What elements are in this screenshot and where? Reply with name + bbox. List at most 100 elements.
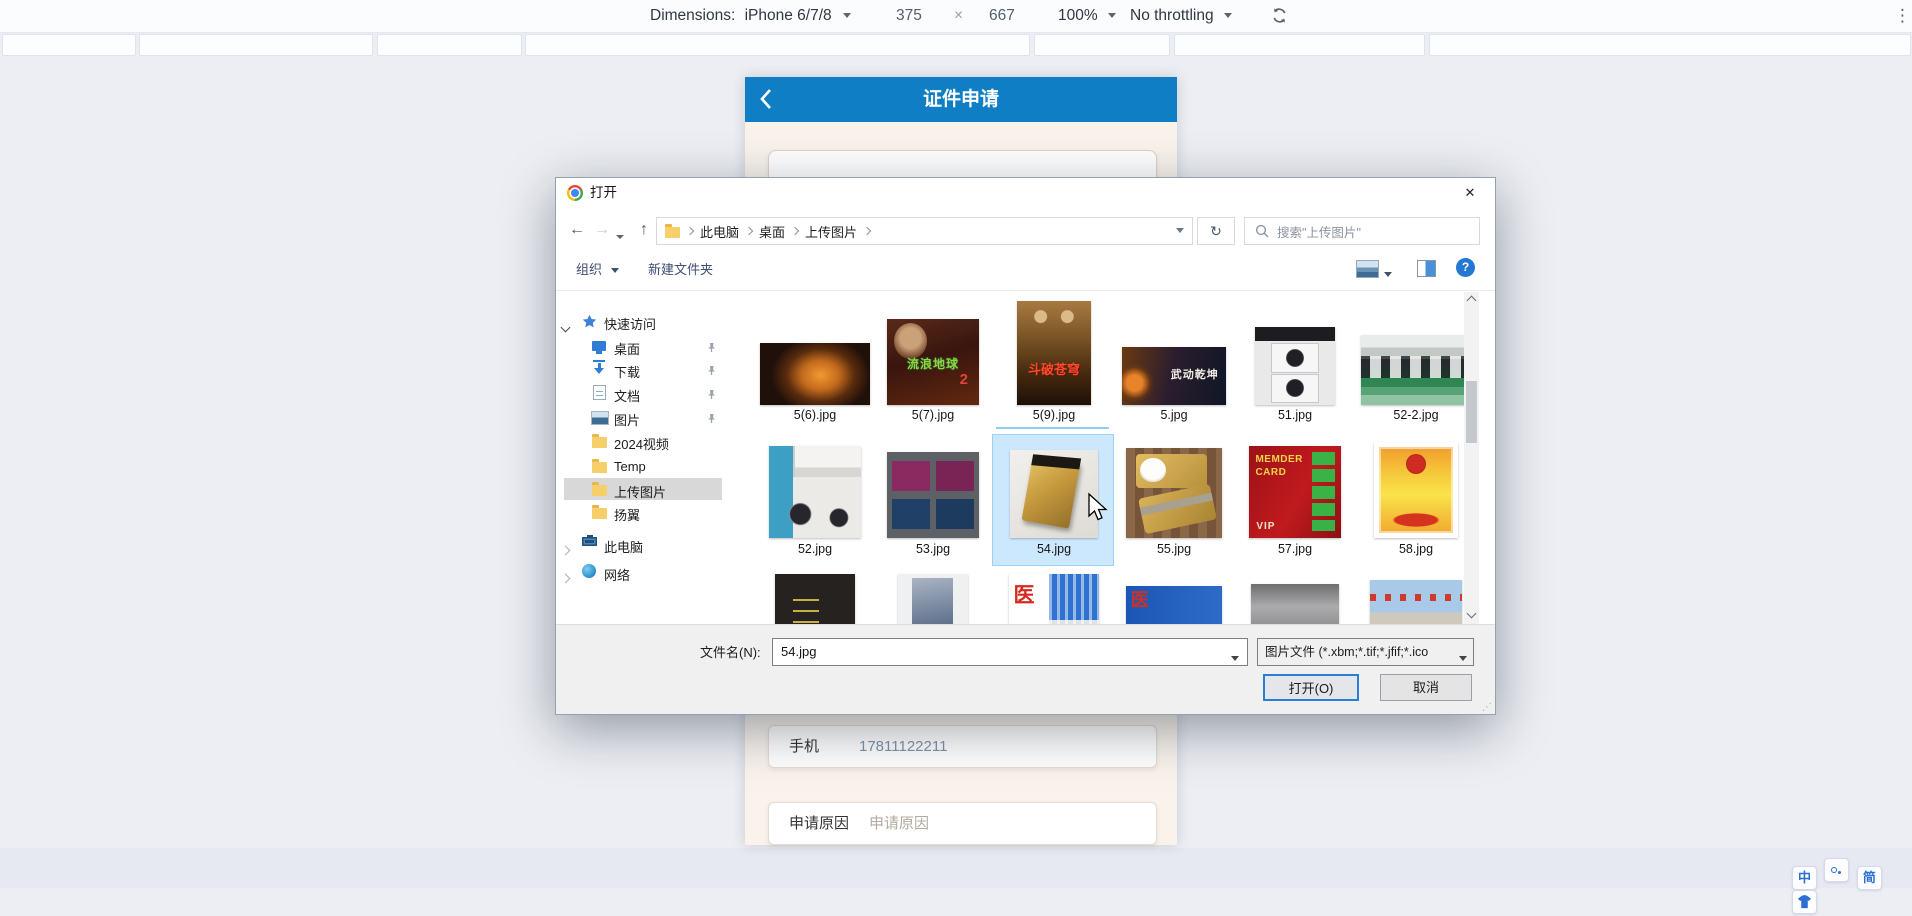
viewport-width-field[interactable]: 375 bbox=[896, 0, 922, 32]
help-icon[interactable]: ? bbox=[1456, 258, 1475, 277]
sidebar-item-documents[interactable]: 文档 bbox=[556, 383, 752, 405]
file-item-partial[interactable]: 医 bbox=[1118, 586, 1230, 624]
thumb-art bbox=[1379, 447, 1453, 533]
ime-tools-icon[interactable] bbox=[1824, 858, 1850, 882]
file-label-selected[interactable]: 54.jpg bbox=[998, 542, 1110, 556]
organize-label: 组织 bbox=[576, 262, 603, 277]
nav-up-button[interactable]: ↑ bbox=[632, 214, 656, 246]
file-item-51-jpg[interactable] bbox=[1239, 298, 1351, 405]
ime-skin-icon[interactable] bbox=[1792, 890, 1817, 914]
file-label[interactable]: 51.jpg bbox=[1239, 408, 1351, 422]
toolbar-divider bbox=[556, 290, 1495, 291]
thumb-art bbox=[1255, 327, 1335, 405]
file-item-52-2-jpg[interactable] bbox=[1360, 298, 1464, 405]
thumb-art bbox=[769, 446, 861, 538]
sidebar-item-pictures[interactable]: 图片 bbox=[556, 407, 752, 429]
search-box[interactable]: 搜索"上传图片" bbox=[1244, 217, 1480, 245]
devtools-toolbar: Dimensions: iPhone 6/7/8 375 × 667 100% … bbox=[0, 0, 1912, 33]
expand-arrow-icon[interactable] bbox=[560, 318, 571, 336]
address-dropdown[interactable] bbox=[1176, 222, 1184, 240]
breadcrumb[interactable]: 此电脑 桌面 上传图片 bbox=[656, 217, 1193, 245]
file-item-5-6-jpg[interactable] bbox=[759, 298, 871, 405]
sidebar-item-quick-access[interactable]: 快速访问 bbox=[556, 311, 752, 333]
sidebar-item-upload-images[interactable]: 上传图片 bbox=[556, 479, 752, 501]
device-selector[interactable]: Dimensions: iPhone 6/7/8 bbox=[650, 0, 851, 32]
view-mode-dropdown[interactable] bbox=[1384, 266, 1392, 284]
file-item-52-jpg[interactable] bbox=[759, 440, 871, 538]
scrollbar-thumb[interactable] bbox=[1466, 381, 1477, 443]
phone-field[interactable]: 手机 17811122211 bbox=[768, 725, 1157, 768]
file-item-5-7-jpg[interactable]: 流浪地球 2 bbox=[877, 298, 989, 405]
open-button[interactable]: 打开(O) bbox=[1263, 674, 1359, 701]
close-icon[interactable]: ✕ bbox=[1457, 178, 1483, 208]
scrollbar[interactable] bbox=[1464, 292, 1479, 624]
ime-chinese-button[interactable]: 中 bbox=[1792, 866, 1817, 890]
file-item-5-jpg[interactable]: 武动乾坤 bbox=[1118, 298, 1230, 405]
scroll-down-icon[interactable] bbox=[1466, 608, 1477, 619]
thumb-art bbox=[1361, 335, 1464, 405]
breadcrumb-this-pc[interactable]: 此电脑 bbox=[700, 222, 739, 241]
file-label[interactable]: 52-2.jpg bbox=[1360, 408, 1464, 422]
thumb-text: 斗破苍穹 bbox=[1027, 362, 1080, 378]
file-label[interactable]: 52.jpg bbox=[759, 542, 871, 556]
filetype-value: 图片文件 (*.xbm;*.tif;*.jfif;*.ico bbox=[1265, 645, 1429, 659]
file-label[interactable]: 5.jpg bbox=[1118, 408, 1230, 422]
ime-simplified-button[interactable]: 简 bbox=[1856, 866, 1882, 890]
file-item-partial[interactable]: 医 bbox=[998, 574, 1110, 624]
nav-history-dropdown[interactable] bbox=[616, 228, 624, 246]
sidebar-item-yangyi[interactable]: 扬翼 bbox=[556, 502, 752, 524]
dialog-footer: 文件名(N): 54.jpg 图片文件 (*.xbm;*.tif;*.jfif;… bbox=[556, 624, 1495, 714]
file-label[interactable]: 5(9).jpg bbox=[998, 408, 1110, 422]
file-item-partial[interactable] bbox=[877, 574, 989, 624]
file-item-58-jpg[interactable] bbox=[1360, 440, 1464, 538]
back-button[interactable] bbox=[759, 88, 772, 115]
sidebar-item-desktop[interactable]: 桌面 bbox=[556, 336, 752, 358]
sidebar-item-downloads[interactable]: 下载 bbox=[556, 359, 752, 381]
kebab-menu-icon[interactable]: ⋮ bbox=[1894, 0, 1911, 32]
strip-segment bbox=[1034, 34, 1170, 56]
sidebar-item-2024-videos[interactable]: 2024视频 bbox=[556, 431, 752, 453]
breadcrumb-desktop[interactable]: 桌面 bbox=[759, 222, 785, 241]
sidebar-item-network[interactable]: 网络 bbox=[556, 562, 752, 584]
scroll-up-icon[interactable] bbox=[1466, 295, 1477, 306]
file-item-54-jpg-selected[interactable] bbox=[998, 440, 1110, 538]
reason-field[interactable]: 申请原因 申请原因 bbox=[768, 802, 1157, 845]
view-mode-icon[interactable] bbox=[1356, 260, 1379, 278]
nav-back-button[interactable]: ← bbox=[564, 214, 590, 246]
file-item-55-jpg[interactable] bbox=[1118, 440, 1230, 538]
file-label[interactable]: 55.jpg bbox=[1118, 542, 1230, 556]
viewport-height-field[interactable]: 667 bbox=[989, 0, 1015, 32]
rotate-viewport-button[interactable] bbox=[1270, 6, 1289, 26]
thumb-art bbox=[1370, 580, 1462, 624]
resize-grip-icon[interactable]: ⋰ bbox=[1482, 702, 1492, 713]
throttling-value: No throttling bbox=[1130, 7, 1214, 24]
cancel-button[interactable]: 取消 bbox=[1380, 674, 1472, 701]
sidebar-item-this-pc[interactable]: 此电脑 bbox=[556, 534, 752, 556]
thumb-art: 斗破苍穹 bbox=[1017, 301, 1091, 405]
file-item-57-jpg[interactable]: MEMDER CARD VIP bbox=[1239, 440, 1351, 538]
refresh-button[interactable]: ↻ bbox=[1197, 217, 1235, 245]
organize-menu[interactable]: 组织 bbox=[576, 252, 619, 288]
filename-input[interactable]: 54.jpg bbox=[772, 638, 1248, 666]
breadcrumb-upload-images[interactable]: 上传图片 bbox=[805, 222, 857, 241]
file-item-partial[interactable] bbox=[1360, 580, 1464, 624]
expand-arrow-icon[interactable] bbox=[560, 541, 571, 559]
new-folder-button[interactable]: 新建文件夹 bbox=[648, 252, 713, 288]
throttling-selector[interactable]: No throttling bbox=[1130, 0, 1232, 32]
file-item-partial[interactable] bbox=[1239, 584, 1351, 624]
file-label[interactable]: 5(6).jpg bbox=[759, 408, 871, 422]
file-label[interactable]: 53.jpg bbox=[877, 542, 989, 556]
nav-forward-button[interactable]: → bbox=[590, 214, 614, 246]
file-item-5-9-jpg[interactable]: 斗破苍穹 bbox=[998, 298, 1110, 405]
zoom-selector[interactable]: 100% bbox=[1058, 0, 1116, 32]
file-label[interactable]: 57.jpg bbox=[1239, 542, 1351, 556]
sidebar-item-temp[interactable]: Temp bbox=[556, 456, 752, 478]
filetype-select[interactable]: 图片文件 (*.xbm;*.tif;*.jfif;*.ico bbox=[1257, 638, 1474, 666]
file-item-53-jpg[interactable] bbox=[877, 440, 989, 538]
file-label[interactable]: 5(7).jpg bbox=[877, 408, 989, 422]
dialog-title: 打开 bbox=[590, 185, 617, 200]
preview-pane-icon[interactable] bbox=[1417, 260, 1436, 277]
expand-arrow-icon[interactable] bbox=[560, 569, 571, 587]
file-item-partial[interactable] bbox=[759, 574, 871, 624]
file-label[interactable]: 58.jpg bbox=[1360, 542, 1464, 556]
